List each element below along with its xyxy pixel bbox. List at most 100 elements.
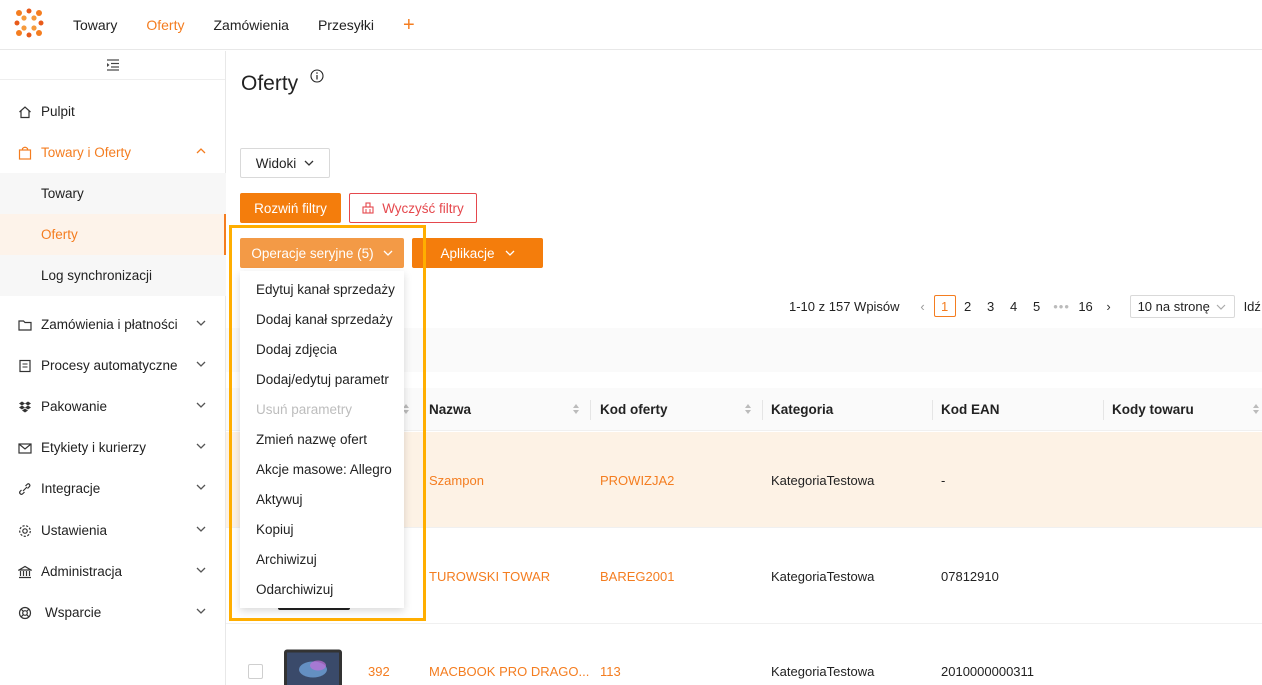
chevron-up-icon [196, 148, 206, 154]
sidebar-item-label: Integracje [41, 481, 101, 496]
page-1[interactable]: 1 [933, 295, 956, 317]
column-header-kody-towaru[interactable]: Kody towaru [1103, 388, 1262, 431]
cell-kod-oferty[interactable]: PROWIZJA2 [600, 473, 674, 488]
sidebar-item-zamowienia[interactable]: Zamówienia i płatności [0, 304, 226, 345]
top-navigation: Towary Oferty Zamówienia Przesyłki + [73, 0, 415, 50]
sidebar-item-etykiety[interactable]: Etykiety i kurierzy [0, 427, 226, 468]
pagination-ellipsis[interactable]: ••• [1049, 299, 1075, 314]
sidebar-item-procesy[interactable]: Procesy automatyczne [0, 345, 226, 386]
clear-filters-button[interactable]: Wyczyść filtry [349, 193, 477, 223]
menu-item-copy[interactable]: Kopiuj [240, 515, 404, 545]
next-page-icon[interactable]: › [1098, 299, 1120, 314]
column-header-nazwa[interactable]: Nazwa [420, 388, 590, 431]
page-last[interactable]: 16 [1075, 295, 1097, 317]
column-header-label: Nazwa [429, 402, 472, 417]
table-row[interactable]: 392 MACBOOK PRO DRAGO... 113 KategoriaTe… [226, 624, 1262, 685]
menu-item-archive[interactable]: Archiwizuj [240, 545, 404, 575]
menu-item-remove-parameters: Usuń parametry [256, 402, 353, 417]
column-header-kategoria[interactable]: Kategoria [762, 388, 932, 431]
nav-zamowienia[interactable]: Zamówienia [213, 17, 288, 33]
sidebar-subitem-log[interactable]: Log synchronizacji [0, 255, 226, 296]
sidebar-item-integracje[interactable]: Integracje [0, 468, 226, 509]
sidebar-item-label: Zamówienia i płatności [41, 317, 178, 332]
views-button[interactable]: Widoki [240, 148, 330, 178]
menu-item-edit-parameter[interactable]: Dodaj/edytuj parametr [240, 365, 404, 395]
bulk-operations-label: Operacje seryjne (5) [251, 245, 374, 261]
bulk-operations-button[interactable]: Operacje seryjne (5) [240, 238, 404, 268]
sidebar-item-label: Pakowanie [41, 399, 108, 414]
page-title: Oferty [241, 72, 299, 95]
sidebar-item-label: Wsparcie [45, 605, 102, 620]
cell-kategoria: KategoriaTestowa [771, 569, 875, 584]
cell-ean: 07812910 [941, 569, 999, 584]
expand-filters-button[interactable]: Rozwiń filtry [240, 193, 341, 223]
menu-item-allegro-bulk[interactable]: Akcje masowe: Allegro [240, 455, 404, 485]
page-5[interactable]: 5 [1026, 295, 1048, 317]
column-header-ean[interactable]: Kod EAN [932, 388, 1103, 431]
cell-kod-oferty[interactable]: BAREG2001 [600, 569, 674, 584]
page-2[interactable]: 2 [957, 295, 979, 317]
menu-item-unarchive[interactable]: Odarchiwizuj [240, 575, 404, 605]
page-size-select[interactable]: 10 na stronę [1129, 294, 1235, 318]
page-size-value: 10 na stronę [1137, 298, 1210, 314]
sidebar-item-wsparcie[interactable]: Wsparcie [0, 592, 226, 633]
bag-icon [18, 146, 32, 160]
apps-button[interactable]: Aplikacje [412, 238, 543, 268]
cell-nazwa[interactable]: Szampon [429, 473, 484, 488]
cell-kategoria: KategoriaTestowa [771, 473, 875, 488]
sidebar-item-pakowanie[interactable]: Pakowanie [0, 386, 226, 427]
chevron-down-icon [196, 320, 206, 326]
clear-filters-label: Wyczyść filtry [382, 200, 464, 216]
menu-item-activate[interactable]: Aktywuj [240, 485, 404, 515]
info-icon[interactable] [310, 69, 324, 83]
sort-icon [1253, 404, 1259, 414]
cell-id[interactable]: 392 [368, 664, 390, 679]
menu-item-rename-offers[interactable]: Zmień nazwę ofert [240, 425, 404, 455]
goto-page-label: Idź d [1243, 298, 1262, 314]
dropbox-icon [18, 400, 32, 414]
gear-icon [18, 524, 32, 538]
chevron-down-icon [304, 160, 314, 166]
page-4[interactable]: 4 [1003, 295, 1025, 317]
cell-ean: - [941, 473, 946, 488]
sort-icon [573, 404, 579, 414]
sidebar-item-label: Pulpit [41, 104, 75, 119]
nav-towary[interactable]: Towary [73, 17, 117, 33]
home-icon [18, 105, 32, 119]
cell-kategoria: KategoriaTestowa [771, 664, 875, 679]
chevron-down-icon [196, 402, 206, 408]
sidebar-item-label: Etykiety i kurierzy [41, 440, 147, 455]
column-header-label: Kody towaru [1112, 402, 1194, 417]
sidebar-subitem-towary[interactable]: Towary [0, 173, 226, 214]
column-header-label: Kategoria [771, 402, 834, 417]
top-bar: Towary Oferty Zamówienia Przesyłki + [0, 0, 1262, 50]
cell-kod-oferty[interactable]: 113 [600, 664, 621, 679]
menu-item-add-sales-channel[interactable]: Dodaj kanał sprzedaży [240, 305, 404, 335]
sidebar-item-towary-i-oferty[interactable]: Towary i Oferty [0, 132, 226, 173]
link-icon [18, 482, 32, 496]
sidebar-item-ustawienia[interactable]: Ustawienia [0, 510, 226, 551]
menu-item-add-photos[interactable]: Dodaj zdjęcia [240, 335, 404, 365]
sidebar: Pulpit Towary i Oferty Towary Oferty Log… [0, 51, 226, 685]
app-logo[interactable] [14, 8, 44, 38]
sidebar-item-pulpit[interactable]: Pulpit [0, 91, 226, 132]
chevron-down-icon [505, 250, 514, 256]
cell-nazwa[interactable]: TUROWSKI TOWAR [429, 569, 550, 584]
sidebar-item-administracja[interactable]: Administracja [0, 551, 226, 592]
menu-item-edit-sales-channel[interactable]: Edytuj kanał sprzedaży [240, 275, 404, 305]
page-3[interactable]: 3 [980, 295, 1002, 317]
nav-oferty[interactable]: Oferty [146, 17, 184, 33]
chevron-down-icon [196, 567, 206, 573]
prev-page-icon[interactable]: ‹ [912, 299, 934, 314]
collapse-sidebar-button[interactable] [0, 51, 225, 80]
cell-nazwa[interactable]: MACBOOK PRO DRAGO... [429, 664, 589, 679]
clear-icon [362, 202, 374, 214]
product-thumbnail [284, 649, 342, 685]
sidebar-item-label: Towary i Oferty [41, 145, 132, 160]
pagination: 1-10 z 157 Wpisów ‹ 1 2 3 4 5 ••• 16 › 1… [789, 294, 1262, 318]
sidebar-subitem-oferty[interactable]: Oferty [0, 214, 226, 255]
nav-przesylki[interactable]: Przesyłki [318, 17, 374, 33]
add-tab-icon[interactable]: + [403, 15, 415, 35]
row-checkbox[interactable] [248, 664, 263, 679]
column-header-kod-oferty[interactable]: Kod oferty [591, 388, 762, 431]
